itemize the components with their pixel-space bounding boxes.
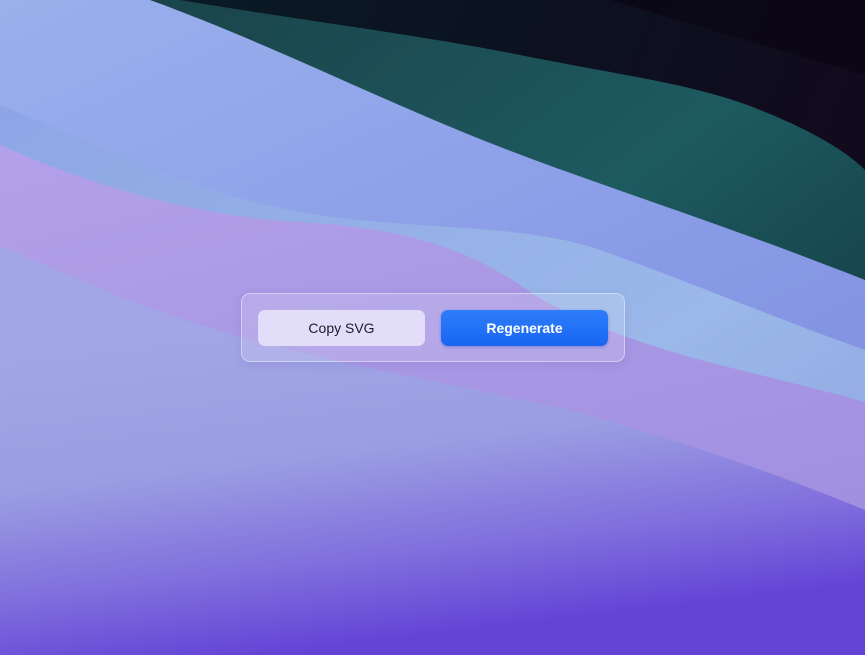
regenerate-button[interactable]: Regenerate xyxy=(441,310,608,346)
app-window: Copy SVG Regenerate xyxy=(0,0,865,655)
action-toolbar: Copy SVG Regenerate xyxy=(241,293,625,362)
copy-svg-button[interactable]: Copy SVG xyxy=(258,310,425,346)
